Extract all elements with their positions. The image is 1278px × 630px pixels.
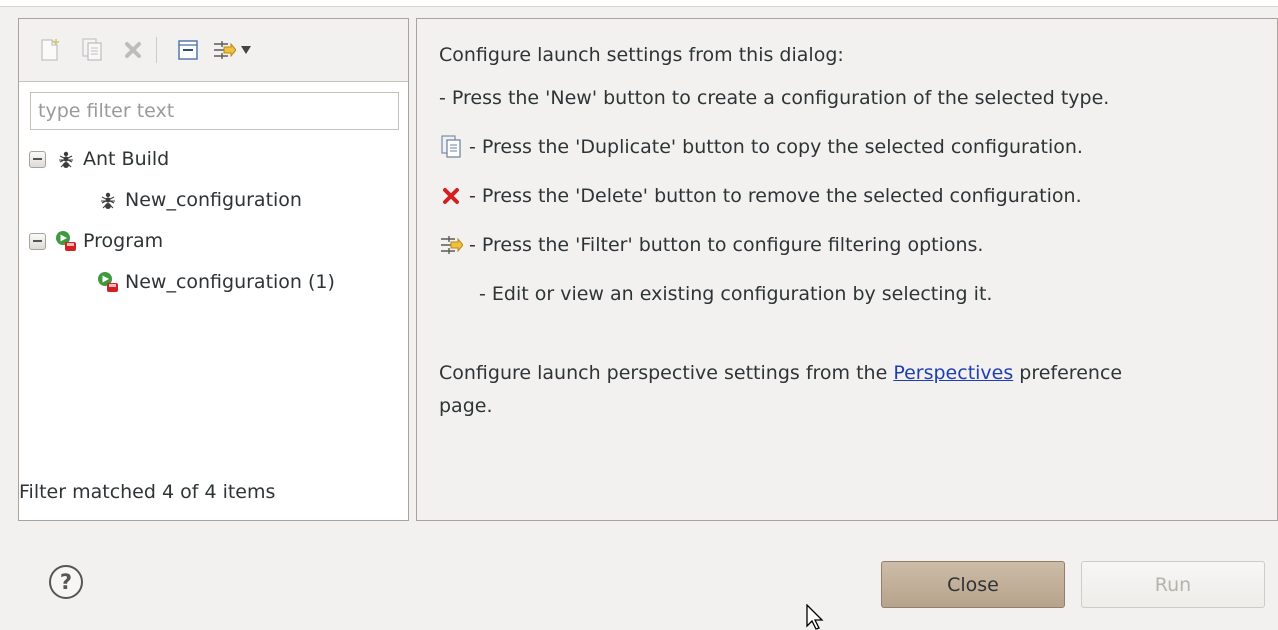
info-duplicate-text: - Press the 'Duplicate' button to copy t… <box>469 136 1083 158</box>
delete-icon[interactable] <box>120 37 146 63</box>
tree-item-program[interactable]: Program <box>29 224 163 258</box>
close-button[interactable]: Close <box>881 561 1065 608</box>
delete-icon <box>439 184 463 208</box>
perspective-prefix-text: Configure launch perspective settings fr… <box>439 362 894 384</box>
info-intro-text: Configure launch settings from this dial… <box>439 44 844 66</box>
collapse-toggle-icon[interactable] <box>29 150 46 168</box>
info-duplicate-line: - Press the 'Duplicate' button to copy t… <box>439 132 1083 162</box>
info-new-text: - Press the 'New' button to create a con… <box>439 87 1110 109</box>
info-delete-line: - Press the 'Delete' button to remove th… <box>439 181 1082 211</box>
info-edit-text: - Edit or view an existing configuration… <box>479 283 993 305</box>
duplicate-icon[interactable] <box>79 37 105 63</box>
tree-item-label: New_configuration (1) <box>125 271 335 293</box>
configurations-toolbar <box>19 19 408 82</box>
info-panel: Configure launch settings from this dial… <box>416 18 1278 521</box>
dropdown-arrow-icon[interactable] <box>237 37 255 63</box>
info-perspective-line-2: page. <box>439 391 493 421</box>
perspective-line2-text: page. <box>439 395 493 417</box>
duplicate-icon <box>439 135 463 159</box>
perspective-suffix-text: preference <box>1013 362 1123 384</box>
filter-input[interactable] <box>30 92 399 130</box>
configurations-panel: Ant Build New_configuration Program New_… <box>18 18 409 521</box>
toolbar-separator <box>156 37 157 63</box>
info-delete-text: - Press the 'Delete' button to remove th… <box>469 185 1082 207</box>
dialog-top-edge <box>0 0 1278 7</box>
tree-item-label: Program <box>83 230 164 252</box>
info-filter-line: - Press the 'Filter' button to configure… <box>439 230 983 260</box>
tree-item-label: Ant Build <box>83 148 170 170</box>
tree-item-label: New_configuration <box>125 189 302 211</box>
info-edit-line: - Edit or view an existing configuration… <box>479 279 992 309</box>
tree-item-ant-new-configuration[interactable]: New_configuration <box>97 183 302 217</box>
filter-icon <box>439 233 463 257</box>
filter-icon[interactable] <box>211 37 237 63</box>
info-perspective-line: Configure launch perspective settings fr… <box>439 358 1122 388</box>
run-button[interactable]: Run <box>1081 561 1265 608</box>
program-icon <box>97 271 119 293</box>
info-new-line: - Press the 'New' button to create a con… <box>439 83 1109 113</box>
perspectives-link[interactable]: Perspectives <box>893 362 1013 384</box>
ant-icon <box>97 189 119 211</box>
new-config-icon[interactable] <box>37 37 63 63</box>
collapse-all-icon[interactable] <box>175 37 201 63</box>
info-intro: Configure launch settings from this dial… <box>439 40 844 70</box>
collapse-toggle-icon[interactable] <box>29 232 46 250</box>
program-icon <box>55 230 77 252</box>
tree-item-ant-build[interactable]: Ant Build <box>29 142 169 176</box>
mouse-cursor-icon <box>806 604 824 630</box>
info-filter-text: - Press the 'Filter' button to configure… <box>469 234 984 256</box>
help-button[interactable]: ? <box>49 565 83 599</box>
ant-icon <box>55 148 77 170</box>
filter-status-text: Filter matched 4 of 4 items <box>19 481 276 503</box>
tree-item-program-new-configuration-1[interactable]: New_configuration (1) <box>97 265 335 299</box>
